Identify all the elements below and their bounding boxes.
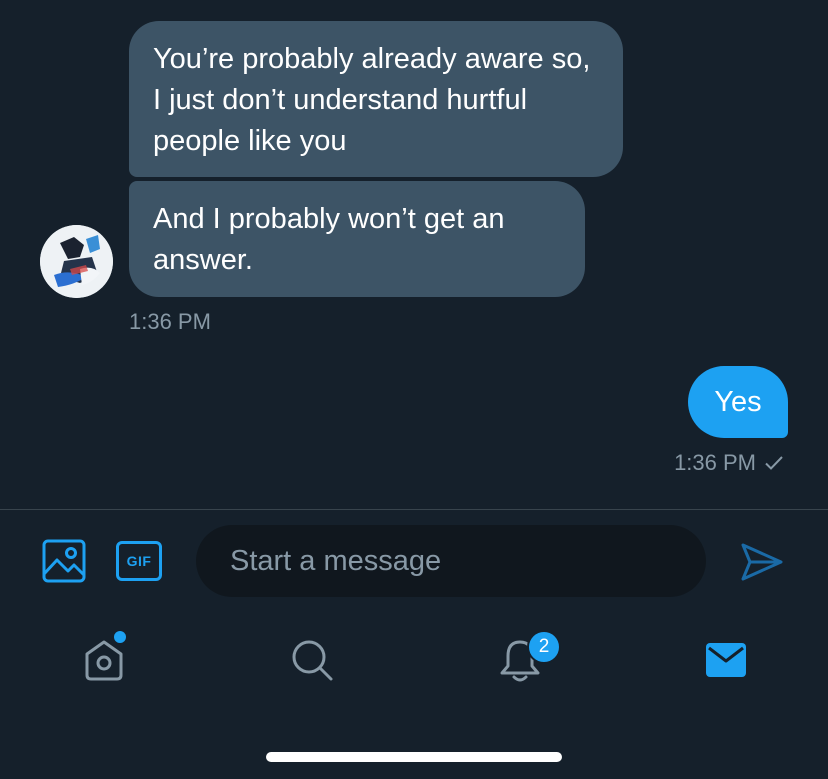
gif-label: GIF: [126, 553, 152, 569]
home-indicator[interactable]: [266, 752, 562, 762]
message-text: And I probably won’t get an answer.: [153, 203, 505, 276]
outgoing-status: 1:36 PM: [674, 450, 784, 476]
add-gif-button[interactable]: GIF: [115, 540, 163, 582]
incoming-message-bubble[interactable]: You’re probably already aware so, I just…: [129, 21, 623, 177]
avatar-image: [40, 225, 113, 298]
nav-messages[interactable]: [696, 630, 756, 690]
home-icon: [85, 640, 123, 681]
nav-search[interactable]: [282, 630, 342, 690]
add-image-button[interactable]: [40, 537, 88, 585]
message-text: You’re probably already aware so, I just…: [153, 43, 591, 157]
message-text: Yes: [714, 386, 762, 418]
message-input[interactable]: [196, 525, 706, 597]
send-icon: [741, 543, 783, 581]
conversation-area: You’re probably already aware so, I just…: [0, 0, 828, 510]
notification-count-badge: 2: [527, 630, 561, 664]
message-timestamp: 1:36 PM: [674, 450, 756, 475]
message-timestamp: 1:36 PM: [129, 309, 211, 334]
mail-icon: [706, 643, 746, 677]
gif-icon: GIF: [116, 541, 162, 581]
outgoing-message-bubble[interactable]: Yes: [688, 366, 788, 438]
incoming-message-bubble[interactable]: And I probably won’t get an answer.: [129, 181, 585, 297]
avatar[interactable]: [40, 225, 113, 298]
send-button[interactable]: [738, 538, 786, 586]
image-icon: [42, 539, 86, 583]
search-icon: [292, 640, 333, 681]
new-content-dot: [114, 631, 126, 643]
checkmark-icon: [765, 456, 783, 470]
